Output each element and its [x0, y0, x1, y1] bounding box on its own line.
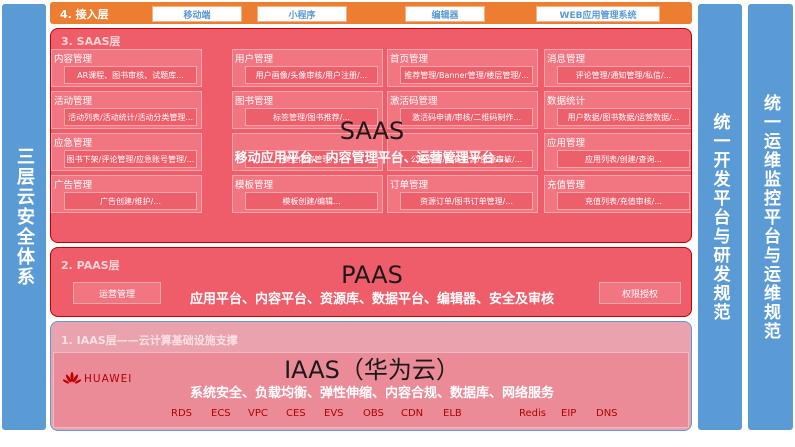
saas-module-title: 充值管理: [547, 180, 586, 191]
ops-platform-title: 统一运维监控平台与运维规范: [760, 93, 780, 341]
saas-module-title: 消息管理: [547, 54, 586, 65]
saas-module: 订单管理 资源订单/图书订单管理/...: [387, 175, 538, 213]
saas-module-detail: AR课程、图书审核、试题库...: [64, 66, 197, 84]
saas-module-title: 图书管理: [235, 96, 274, 107]
saas-module-detail: 充值列表/充值审核/...: [557, 192, 690, 210]
cloud-service-dns: DNS: [596, 408, 618, 419]
cloud-service-ecs: ECS: [211, 408, 231, 419]
access-layer-title: 4. 接入层: [60, 8, 109, 21]
saas-module: 内容管理 AR课程、图书审核、试题库...: [51, 49, 202, 87]
dev-platform-panel: 统一开发平台与研发规范: [698, 4, 742, 430]
saas-module-title: 活动管理: [54, 96, 93, 107]
paas-subtitle: 应用平台、内容平台、资源库、数据平台、编辑器、安全及审核: [189, 292, 554, 307]
saas-module-title: 用户管理: [235, 54, 274, 65]
ops-platform-panel: 统一运维监控平台与运维规范: [748, 4, 793, 430]
saas-module-detail: 模板创建/编辑...: [245, 192, 378, 210]
saas-module-title: 激活码管理: [390, 96, 438, 107]
saas-module: 广告管理 广告创建/维护/...: [51, 175, 202, 213]
iaas-big-label: IAAS（华为云）: [284, 356, 460, 384]
saas-module: 用户管理 用户画像/头像审核/用户注册/...: [232, 49, 383, 87]
saas-module-title: 广告管理: [54, 180, 93, 191]
access-item-web-admin: WEB应用管理系统: [536, 6, 660, 22]
saas-layer-title: 3. SAAS层: [61, 35, 121, 48]
saas-module: 消息管理 评论管理/通知管理/私信/...: [544, 49, 691, 87]
cloud-service-vpc: VPC: [248, 408, 268, 419]
saas-module: 模板管理 模板创建/编辑...: [232, 175, 383, 213]
saas-module: 首页管理 推荐管理/Banner管理/楼层管理/...: [387, 49, 538, 87]
security-system-title: 三层云安全体系: [14, 147, 35, 287]
access-item-editor: 编辑器: [405, 6, 485, 22]
access-item-miniprogram: 小程序: [257, 6, 347, 22]
saas-module-detail: 评论管理/通知管理/私信/...: [557, 66, 690, 84]
saas-module-title: 模板管理: [235, 180, 274, 191]
security-system-panel: 三层云安全体系: [2, 4, 46, 430]
dev-platform-title: 统一开发平台与研发规范: [709, 112, 730, 322]
paas-layer: 2. PAAS层 运营管理 权限授权 PAAS 应用平台、内容平台、资源库、数据…: [50, 247, 692, 317]
cloud-service-rds: RDS: [171, 408, 192, 419]
saas-module-detail: 推荐管理/Banner管理/楼层管理/...: [400, 66, 533, 84]
saas-module-title: 内容管理: [54, 54, 93, 65]
iaas-layer-title: 1. IAAS层——云计算基础设施支撑: [61, 334, 238, 347]
cloud-service-ces: CES: [286, 408, 306, 419]
cloud-service-elb: ELB: [443, 408, 462, 419]
iaas-layer: 1. IAAS层——云计算基础设施支撑 HUAWEI IAAS（华为云） 系统安…: [50, 321, 692, 431]
saas-module-title: 首页管理: [390, 54, 429, 65]
paas-big-label: PAAS: [341, 261, 403, 289]
saas-module-title: 数据统计: [547, 96, 586, 107]
cloud-service-redis: Redis: [519, 408, 546, 419]
saas-module-detail: 资源订单/图书订单管理/...: [400, 192, 533, 210]
saas-big-label: SAAS: [339, 117, 405, 145]
cloud-service-list: RDS ECS VPC CES EVS OBS CDN ELB Redis EIP DNS: [151, 408, 631, 424]
saas-module-detail: 广告创建/维护/...: [64, 192, 197, 210]
access-item-mobile: 移动端: [152, 6, 242, 22]
cloud-service-eip: EIP: [561, 408, 577, 419]
cloud-service-cdn: CDN: [401, 408, 424, 419]
iaas-subtitle: 系统安全、负载均衡、弹性伸缩、内容合规、数据库、网络服务: [189, 386, 554, 401]
saas-module-detail: 用户画像/头像审核/用户注册/...: [245, 66, 378, 84]
saas-subtitle: 移动应用平台、内容管理平台、运营管理平台...: [234, 151, 510, 166]
cloud-service-obs: OBS: [363, 408, 384, 419]
saas-module-title: 订单管理: [390, 180, 429, 191]
cloud-service-evs: EVS: [324, 408, 344, 419]
access-layer: 4. 接入层 移动端 小程序 编辑器 WEB应用管理系统: [50, 2, 692, 24]
saas-module: 充值管理 充值列表/充值审核/...: [544, 175, 691, 213]
saas-layer: 3. SAAS层 内容管理 AR课程、图书审核、试题库... 用户管理 用户画像/头像…: [50, 28, 692, 243]
